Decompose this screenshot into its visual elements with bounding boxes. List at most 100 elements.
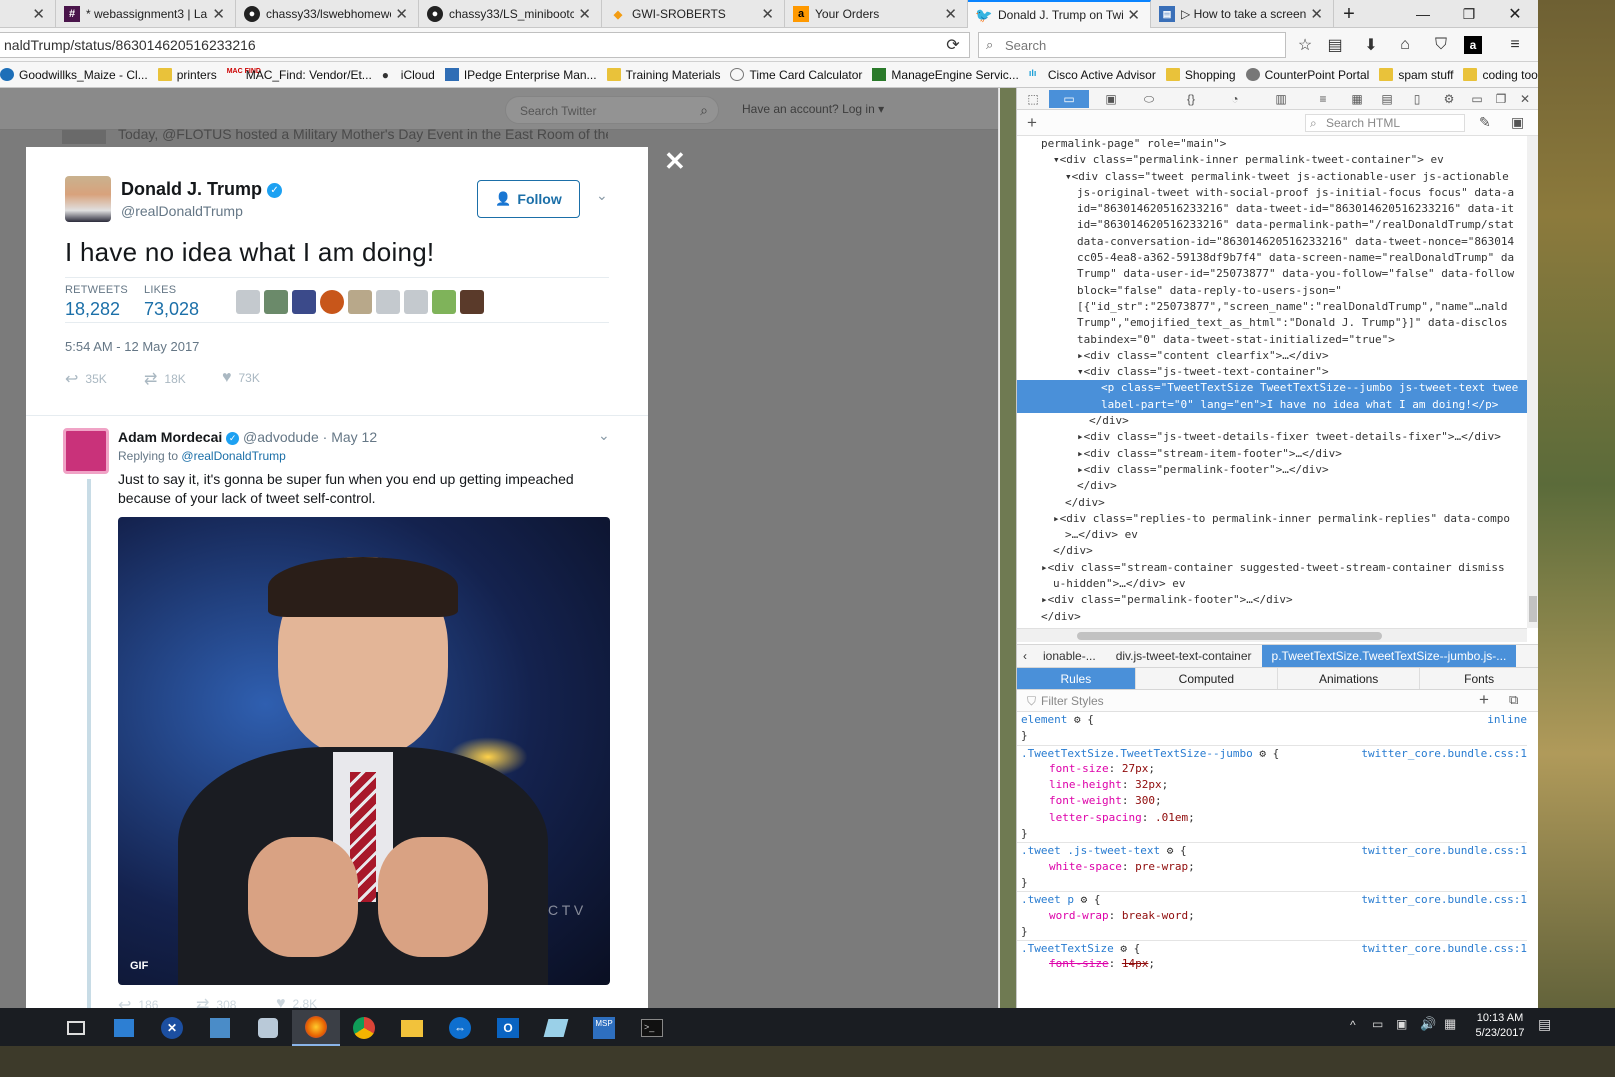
add-node-icon[interactable]: + — [1027, 113, 1037, 133]
responsive-mode-icon[interactable]: ▯ — [1403, 90, 1431, 108]
replying-to-link[interactable]: @realDonaldTrump — [181, 449, 285, 463]
rule-declaration[interactable]: word-wrap: break-word; — [1017, 908, 1527, 924]
paint-app-icon[interactable] — [244, 1010, 292, 1046]
tab-computed[interactable]: Computed — [1136, 668, 1278, 689]
author-handle[interactable]: @realDonaldTrump — [121, 203, 243, 219]
markup-line[interactable]: Trump" data-user-id="25073877" data-you-… — [1017, 266, 1527, 282]
chevron-down-icon[interactable]: ⌄ — [596, 187, 608, 204]
rule-source-link[interactable]: twitter_core.bundle.css:1 — [1361, 746, 1527, 762]
rule-source-link[interactable]: twitter_core.bundle.css:1 — [1361, 843, 1527, 859]
menu-icon[interactable]: ≡ — [1504, 35, 1526, 55]
bookmark-coding-tools[interactable]: coding tools — [1463, 68, 1547, 82]
tweet-author[interactable]: Donald J. Trump ✓ — [121, 179, 283, 200]
tray-chevron-icon[interactable]: ^ — [1350, 1018, 1356, 1032]
bookmark-counterpoint[interactable]: CounterPoint Portal — [1245, 68, 1369, 82]
liker-avatar[interactable] — [236, 290, 260, 314]
style-editor-tab-icon[interactable]: {} — [1177, 90, 1205, 108]
tray-volume-icon[interactable]: 🔊 — [1420, 1016, 1436, 1032]
breadcrumb-item-active[interactable]: p.TweetTextSize.TweetTextSize--jumbo.js-… — [1261, 645, 1517, 667]
rule-selector[interactable]: .TweetTextSize.TweetTextSize--jumbo ⚙ {t… — [1017, 744, 1527, 762]
sidebar-toggle-icon[interactable]: ▣ — [1511, 114, 1524, 131]
tab-close-icon[interactable]: ✕ — [578, 5, 591, 23]
markup-line[interactable]: ▾<div class="permalink-inner permalink-t… — [1017, 152, 1527, 168]
teamviewer-icon[interactable]: ⇔ — [436, 1010, 484, 1046]
rule-source-link[interactable]: twitter_core.bundle.css:1 — [1361, 892, 1527, 908]
notes-app-icon[interactable] — [532, 1010, 580, 1046]
downloads-icon[interactable]: ⬇ — [1360, 35, 1382, 55]
markup-line[interactable]: </div> — [1017, 543, 1527, 559]
liker-avatar[interactable] — [404, 290, 428, 314]
bookmark-shopping[interactable]: Shopping — [1165, 68, 1236, 82]
store-icon[interactable] — [100, 1010, 148, 1046]
close-window-button[interactable]: ✕ — [1492, 0, 1538, 28]
markup-line[interactable]: id="863014620516233216" data-permalink-p… — [1017, 217, 1527, 233]
breadcrumb-back-icon[interactable]: ‹ — [1017, 645, 1033, 667]
markup-line[interactable]: ▾<div class="js-tweet-text-container"> — [1017, 364, 1527, 380]
close-devtools-icon[interactable]: ✕ — [1511, 90, 1539, 108]
firefox-icon[interactable] — [292, 1010, 340, 1046]
markup-line[interactable]: </div> — [1017, 609, 1527, 625]
tab-close-icon[interactable]: ✕ — [944, 5, 957, 23]
markup-line[interactable]: Trump","emojified_text_as_html":"Donald … — [1017, 315, 1527, 331]
rule-declaration[interactable]: line-height: 32px; — [1017, 777, 1527, 793]
markup-line[interactable]: <p class="TweetTextSize TweetTextSize--j… — [1017, 380, 1527, 397]
like-button[interactable]: ♥ 2.8K — [276, 995, 317, 1008]
outlook-icon[interactable]: O — [484, 1010, 532, 1046]
tab-github-2[interactable]: ● chassy33/LS_minibootc ✕ — [419, 0, 602, 28]
markup-horizontal-scrollbar[interactable] — [1017, 628, 1527, 642]
tray-battery-icon[interactable]: ▭ — [1372, 1017, 1383, 1031]
liker-avatar[interactable] — [376, 290, 400, 314]
markup-line[interactable]: </div> — [1017, 478, 1527, 494]
markup-line[interactable]: ▸<div class="stream-container suggested-… — [1017, 560, 1527, 576]
bookmark-training[interactable]: Training Materials — [606, 68, 720, 82]
rule-declaration[interactable]: white-space: pre-wrap; — [1017, 859, 1527, 875]
bookmark-printers[interactable]: printers — [157, 68, 217, 82]
markup-line[interactable]: cc05-4ea8-a362-59138df9b7f4" data-screen… — [1017, 250, 1527, 266]
tab-trump-twitter[interactable]: 🐦 Donald J. Trump on Twit ✕ — [968, 0, 1151, 28]
remote-app-icon[interactable]: ✕ — [148, 1010, 196, 1046]
retweet-button[interactable]: ⇄ 308 — [196, 995, 236, 1008]
markup-line[interactable]: </div> — [1017, 495, 1527, 511]
tray-keyboard-icon[interactable]: ▦ — [1444, 1016, 1456, 1032]
tab-webassignment[interactable]: # * webassignment3 | Lam ✕ — [56, 0, 236, 28]
amazon-icon[interactable]: a — [1464, 36, 1482, 54]
tab-animations[interactable]: Animations — [1278, 668, 1421, 689]
markup-line[interactable]: data-conversation-id="863014620516233216… — [1017, 234, 1527, 250]
tab-close-icon[interactable]: ✕ — [32, 5, 45, 23]
markup-line[interactable]: tabindex="0" data-tweet-stat-initialized… — [1017, 332, 1527, 348]
markup-line[interactable]: block="false" data-reply-to-users-json=" — [1017, 283, 1527, 299]
filter-styles-input[interactable]: ⛉ Filter Styles — [1023, 692, 1463, 710]
element-picker-icon[interactable]: ⬚ — [1019, 90, 1047, 108]
bookmark-cisco[interactable]: ılı Cisco Active Advisor — [1029, 68, 1156, 82]
scrollbar-thumb[interactable] — [1077, 632, 1382, 640]
inspector-tab-icon[interactable]: ▭ — [1049, 90, 1089, 108]
tab-close-icon[interactable]: ✕ — [395, 5, 408, 23]
markup-line[interactable]: ▸<div class="replies-to permalink-inner … — [1017, 511, 1527, 527]
chrome-icon[interactable] — [340, 1010, 388, 1046]
liker-avatar[interactable] — [432, 290, 456, 314]
rule-declaration[interactable]: font-weight: 300; — [1017, 793, 1527, 809]
tab-your-orders[interactable]: a Your Orders ✕ — [785, 0, 968, 28]
markup-line[interactable]: [{"id_str":"25073877","screen_name":"rea… — [1017, 299, 1527, 315]
like-button[interactable]: ♥ 73K — [222, 369, 260, 387]
action-center-icon[interactable]: ▤ — [1538, 1016, 1551, 1033]
reload-icon[interactable]: ⟳ — [942, 35, 964, 55]
login-link[interactable]: Have an account? Log in ▾ — [742, 102, 884, 116]
close-icon[interactable]: ✕ — [664, 146, 686, 177]
bookmark-mac-find[interactable]: MAC FIND MAC_Find: Vendor/Et... — [227, 68, 372, 82]
debugger-tab-icon[interactable]: ⬭ — [1135, 90, 1163, 108]
toggle-pseudo-classes-icon[interactable]: ⧉ — [1509, 692, 1518, 708]
home-icon[interactable]: ⌂ — [1394, 35, 1416, 55]
settings-gear-icon[interactable]: ⚙ — [1435, 90, 1463, 108]
maximize-button[interactable]: ❐ — [1446, 0, 1492, 28]
breadcrumb-item[interactable]: div.js-tweet-text-container — [1106, 645, 1262, 667]
bookmark-manageengine[interactable]: ManageEngine Servic... — [872, 68, 1019, 82]
markup-line[interactable]: ▾<div class="tweet permalink-tweet js-ac… — [1017, 169, 1527, 185]
rule-source-link[interactable]: inline — [1487, 712, 1527, 728]
task-view-icon[interactable] — [52, 1010, 100, 1046]
reading-list-icon[interactable]: ▤ — [1324, 35, 1346, 55]
minimize-button[interactable]: — — [1400, 0, 1446, 28]
chevron-down-icon[interactable]: ⌄ — [598, 427, 610, 444]
tab-rules[interactable]: Rules — [1017, 668, 1136, 689]
liker-avatar[interactable] — [460, 290, 484, 314]
